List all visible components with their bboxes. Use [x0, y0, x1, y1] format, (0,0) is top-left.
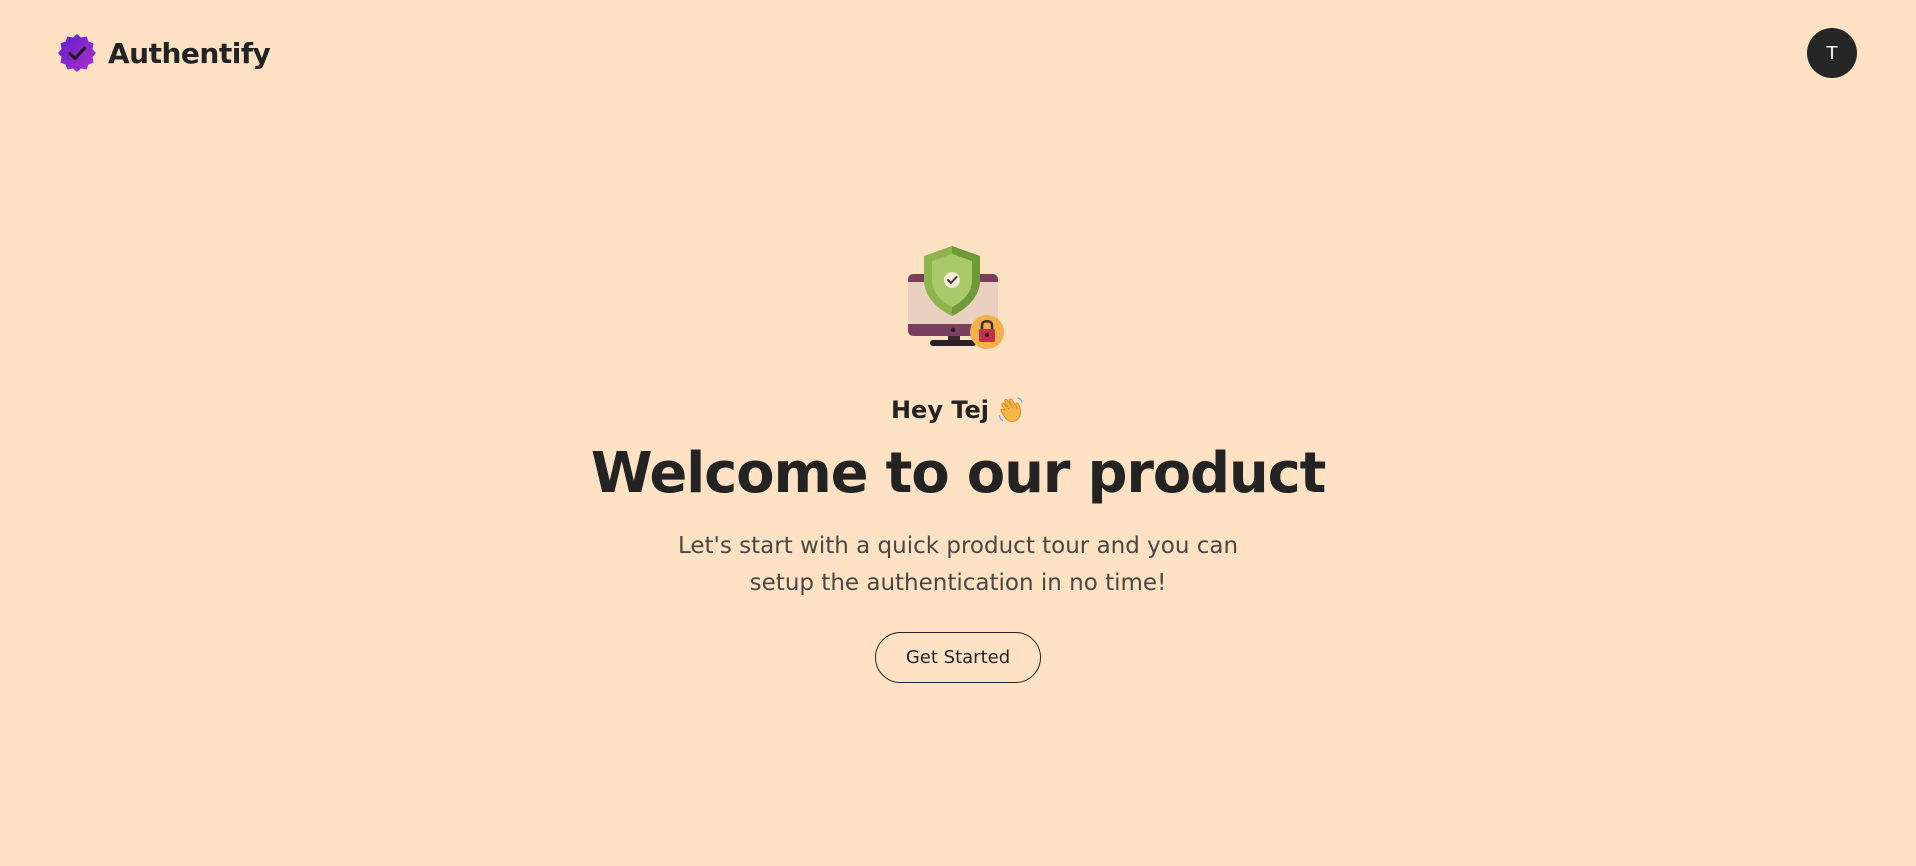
page-subtitle: Let's start with a quick product tour an…: [677, 533, 1239, 596]
brand-name: Authentify: [108, 36, 271, 70]
welcome-page: Authentify T Hey Tej Welcome to our prod…: [0, 0, 1916, 866]
brand-link[interactable]: Authentify: [56, 32, 271, 74]
user-avatar[interactable]: T: [1807, 28, 1857, 78]
hero-section: Hey Tej Welcome to our product Let's sta…: [0, 244, 1916, 683]
verified-badge-icon: [58, 34, 96, 72]
avatar-initial: T: [1826, 42, 1838, 64]
page-title: Welcome to our product: [590, 441, 1327, 506]
get-started-button[interactable]: Get Started: [875, 632, 1041, 683]
top-bar: Authentify T: [0, 0, 1916, 106]
waving-hand-icon: [998, 397, 1023, 423]
greeting-text: Hey Tej: [890, 396, 990, 424]
secure-computer-shield-icon: [908, 246, 1004, 349]
greeting: Hey Tej: [891, 394, 1025, 426]
